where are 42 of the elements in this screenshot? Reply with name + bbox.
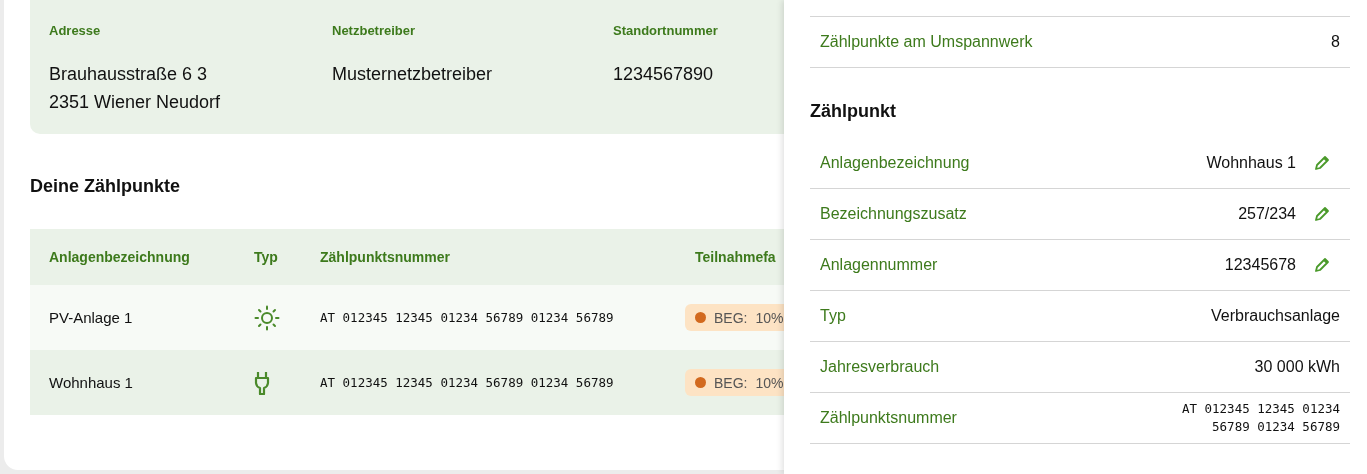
badge-value: 10% (755, 309, 784, 326)
property-label: Anlagenbezeichnung (820, 154, 970, 172)
property-label: Zählpunkte am Umspannwerk (820, 33, 1033, 51)
column-header: Typ (254, 249, 279, 265)
panel-title: Zählpunkt (810, 101, 897, 121)
property-value: Wohnhaus 1 (1206, 154, 1296, 172)
edit-button[interactable] (1312, 255, 1332, 275)
table-cell-text: AT 012345 12345 01234 56789 01234 56789 (320, 310, 615, 325)
property-label: Zählpunktsnummer (820, 409, 957, 427)
table-cell-text: AT 012345 12345 01234 56789 01234 56789 (320, 375, 615, 390)
property-label: Typ (820, 307, 846, 325)
edit-button[interactable] (1312, 153, 1332, 173)
table-row[interactable]: Wohnhaus 1 AT 012345 12345 01234 56789 01234 56789 BEG: 10% (30, 350, 784, 415)
property-value: AT 012345 12345 01234 56789 01234 56789 (1180, 400, 1340, 436)
section-title: Deine Zählpunkte (30, 175, 182, 198)
property-value: 12345678 (1224, 256, 1296, 274)
table-row[interactable]: PV-Anlage 1 AT 012345 12345 01234 56789 01234 56789 BEG: 10% (30, 285, 784, 350)
property-value: 8 (1331, 33, 1340, 51)
table-cell-text: PV-Anlage 1 (48, 309, 134, 326)
field-label: Adresse (49, 22, 102, 40)
edit-button[interactable] (1312, 204, 1332, 224)
property-label: Jahresverbrauch (820, 358, 940, 376)
column-header: Teilnahmefa (695, 249, 777, 265)
field-value: Musternetzbetreiber (332, 63, 494, 86)
field-value: 2351 Wiener Neudorf (49, 91, 222, 114)
property-value: 257/234 (1238, 205, 1296, 223)
field-value: Brauhausstraße 6 3 (49, 63, 209, 86)
table-cell-text: Wohnhaus 1 (48, 374, 134, 391)
badge-label: BEG: (714, 309, 748, 326)
field-value: 1234567890 (613, 63, 715, 86)
badge-label: BEG: (714, 374, 748, 391)
column-header: Anlagenbezeichnung (48, 249, 191, 265)
field-label: Netzbetreiber (332, 22, 417, 40)
plug-icon (254, 370, 270, 395)
property-value: Verbrauchsanlage (1211, 307, 1340, 325)
badge-value: 10% (755, 374, 784, 391)
property-label: Anlagennummer (820, 256, 938, 274)
property-label: Bezeichnungszusatz (820, 205, 967, 223)
sun-icon (254, 304, 280, 331)
property-value: 30 000 kWh (1254, 358, 1340, 376)
column-header: Zählpunktsnummer (320, 249, 451, 265)
field-label: Standortnummer (613, 22, 719, 40)
